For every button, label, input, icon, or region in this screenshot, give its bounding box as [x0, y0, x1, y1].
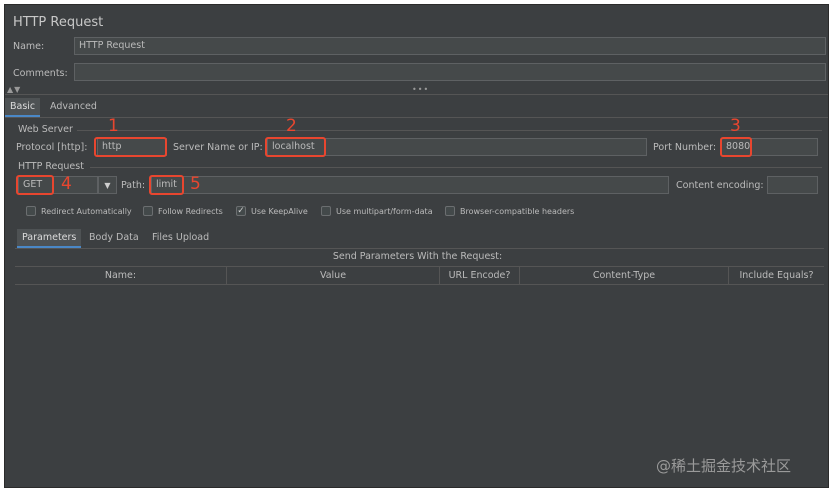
checkbox-label: Use KeepAlive	[251, 206, 308, 216]
annotation-box-path	[149, 175, 184, 195]
chevron-down-icon[interactable]: ▼	[98, 176, 117, 194]
checkbox-box[interactable]	[445, 206, 455, 216]
http-request-section-line	[90, 167, 822, 168]
annotation-box-server	[265, 137, 326, 157]
annotation-number: 4	[61, 174, 72, 194]
tab-body-data[interactable]: Body Data	[84, 229, 144, 246]
collapse-arrows-icon[interactable]: ▲▼	[7, 85, 21, 94]
path-label: Path:	[121, 180, 146, 191]
subtab-divider	[15, 248, 824, 249]
column-header-include-equals[interactable]: Include Equals?	[729, 267, 824, 284]
name-field[interactable]: HTTP Request	[74, 37, 826, 55]
browser-compatible-headers-checkbox[interactable]: Browser-compatible headers	[445, 206, 574, 216]
checkmark-icon[interactable]: ✓	[236, 206, 246, 216]
port-label: Port Number:	[653, 142, 717, 153]
checkbox-box[interactable]	[143, 206, 153, 216]
column-header-name[interactable]: Name:	[15, 267, 227, 284]
splitter-handle-icon[interactable]: •••	[412, 85, 429, 94]
http-request-panel: HTTP Request Name: HTTP Request Comments…	[4, 4, 829, 488]
tab-divider	[5, 117, 828, 118]
annotation-number: 2	[286, 116, 297, 136]
panel-title: HTTP Request	[13, 15, 104, 30]
params-table-header: Name: Value URL Encode? Content-Type Inc…	[15, 266, 824, 285]
tab-parameters[interactable]: Parameters	[17, 229, 82, 248]
web-server-section-line	[77, 130, 822, 131]
encoding-label: Content encoding:	[676, 180, 764, 191]
checkbox-label: Redirect Automatically	[41, 206, 132, 216]
annotation-box-method	[16, 175, 54, 195]
checkbox-box[interactable]	[321, 206, 331, 216]
column-header-url-encode[interactable]: URL Encode?	[440, 267, 520, 284]
server-label: Server Name or IP:	[173, 142, 263, 153]
comments-label: Comments:	[13, 68, 68, 79]
params-table-body[interactable]	[15, 285, 824, 481]
name-label: Name:	[13, 41, 45, 52]
tab-advanced[interactable]: Advanced	[45, 98, 102, 115]
annotation-number: 1	[108, 116, 119, 136]
annotation-number: 3	[730, 116, 741, 136]
annotation-box-protocol	[94, 137, 167, 157]
checkbox-label: Browser-compatible headers	[460, 206, 575, 216]
column-header-content-type[interactable]: Content-Type	[520, 267, 729, 284]
redirect-automatically-checkbox[interactable]: Redirect Automatically	[26, 206, 132, 216]
checkbox-label: Use multipart/form-data	[336, 206, 433, 216]
use-keepalive-checkbox[interactable]: ✓ Use KeepAlive	[236, 206, 308, 216]
params-caption: Send Parameters With the Request:	[332, 251, 503, 262]
checkbox-label: Follow Redirects	[158, 206, 223, 216]
annotation-number: 5	[190, 174, 201, 194]
use-multipart-checkbox[interactable]: Use multipart/form-data	[321, 206, 433, 216]
protocol-label: Protocol [http]:	[16, 142, 88, 153]
comments-field[interactable]	[74, 63, 826, 81]
annotation-box-port	[720, 137, 752, 157]
tab-basic[interactable]: Basic	[5, 98, 41, 117]
http-request-section-label: HTTP Request	[18, 161, 84, 172]
follow-redirects-checkbox[interactable]: Follow Redirects	[143, 206, 223, 216]
encoding-field[interactable]	[767, 176, 818, 194]
splitter-divider	[5, 94, 828, 95]
tab-files-upload[interactable]: Files Upload	[147, 229, 214, 246]
watermark: @稀土掘金技术社区	[656, 457, 792, 475]
column-header-value[interactable]: Value	[227, 267, 440, 284]
web-server-section-label: Web Server	[18, 124, 73, 135]
path-field[interactable]: limit	[151, 176, 669, 194]
checkbox-box[interactable]	[26, 206, 36, 216]
